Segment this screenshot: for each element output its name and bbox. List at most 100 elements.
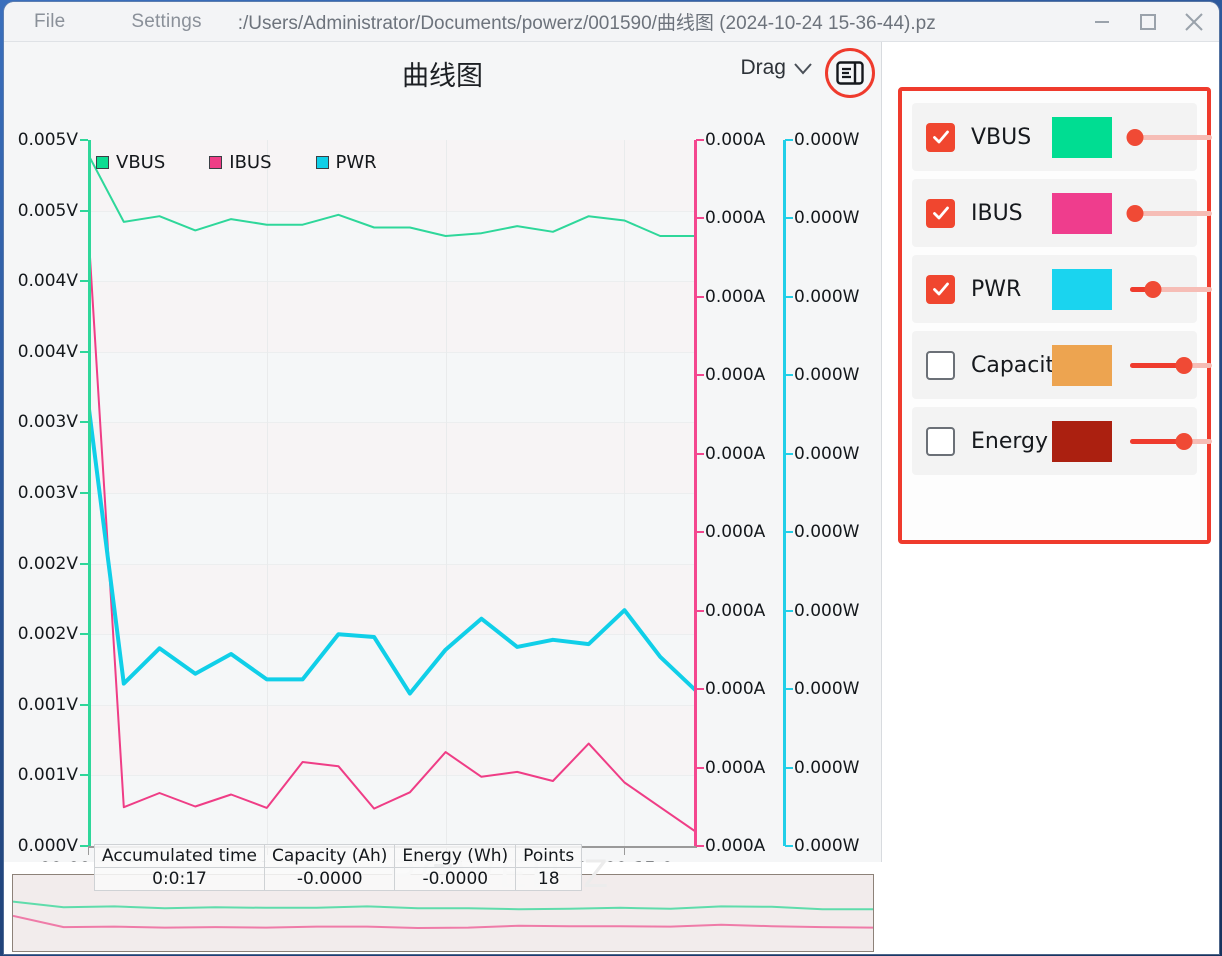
chevron-down-icon <box>793 62 813 75</box>
axis-tick-label: 0.001V <box>18 695 78 715</box>
series-color-swatch[interactable] <box>1052 269 1112 310</box>
axis-tick-label: 0.000W <box>794 601 859 621</box>
axis-tick <box>785 139 793 141</box>
inplot-legend-item: VBUS <box>96 152 165 173</box>
axis-tick-label: 0.000W <box>794 679 859 699</box>
summary-header-cell: Points <box>516 845 582 868</box>
series-visibility-checkbox[interactable] <box>926 351 955 380</box>
axis-tick <box>80 563 88 565</box>
slider-knob[interactable] <box>1176 357 1193 374</box>
menu-settings[interactable]: Settings <box>123 2 209 42</box>
axis-tick-label: 0.004V <box>18 271 78 291</box>
series-label: IBUS <box>971 201 1023 226</box>
series-width-slider[interactable] <box>1130 355 1212 375</box>
axis-tick <box>80 210 88 212</box>
axis-tick <box>696 453 704 455</box>
axis-tick-label: 0.001V <box>18 765 78 785</box>
slider-knob[interactable] <box>1144 281 1161 298</box>
axis-tick <box>696 767 704 769</box>
chart-header: 曲线图 Drag <box>4 42 881 100</box>
legend-row-pwr[interactable]: PWR <box>912 255 1197 323</box>
side-panel-toggle-icon <box>835 58 865 88</box>
series-lines <box>88 140 696 846</box>
axis-tick-label: 0.003V <box>18 483 78 503</box>
series-color-swatch[interactable] <box>1052 345 1112 386</box>
axis-tick <box>785 453 793 455</box>
slider-knob[interactable] <box>1176 433 1193 450</box>
axis-tick-label: 0.005V <box>18 201 78 221</box>
axis-tick <box>80 421 88 423</box>
summary-table-header-row: Accumulated timeCapacity (Ah)Energy (Wh)… <box>95 845 582 868</box>
slider-knob[interactable] <box>1126 205 1143 222</box>
axis-tick <box>696 374 704 376</box>
plot-area[interactable] <box>88 140 696 846</box>
maximize-button[interactable] <box>1129 3 1167 41</box>
legend-swatch-icon <box>209 156 222 169</box>
summary-value-cell: 0:0:17 <box>95 868 265 891</box>
inplot-legend-item: IBUS <box>209 152 271 173</box>
series-line-ibus <box>88 225 696 832</box>
axis-tick-label: 0.002V <box>18 624 78 644</box>
series-line-pwr <box>88 401 696 693</box>
axis-tick-label: 0.000W <box>794 758 859 778</box>
summary-header-cell: Capacity (Ah) <box>265 845 395 868</box>
axis-tick <box>80 139 88 141</box>
legend-row-vbus[interactable]: VBUS <box>912 103 1197 171</box>
series-width-slider[interactable] <box>1130 279 1212 299</box>
series-legend-panel: VBUS IBUS PWR Capacity Energy <box>898 87 1211 544</box>
side-panel: VBUS IBUS PWR Capacity Energy <box>883 42 1219 954</box>
series-color-swatch[interactable] <box>1052 117 1112 158</box>
close-button[interactable] <box>1175 3 1213 41</box>
series-label: VBUS <box>971 125 1031 150</box>
slider-knob[interactable] <box>1126 129 1143 146</box>
axis-tick-label: 0.004V <box>18 342 78 362</box>
series-width-slider[interactable] <box>1130 431 1212 451</box>
inplot-legend-label: VBUS <box>116 152 165 173</box>
axis-tick-label: 0.000A <box>705 679 765 699</box>
y-axis-power <box>783 140 786 846</box>
y-axis-current <box>694 140 697 846</box>
series-visibility-checkbox[interactable] <box>926 123 955 152</box>
axis-tick-label: 0.000A <box>705 365 765 385</box>
axis-tick-label: 0.000W <box>794 208 859 228</box>
drag-mode-dropdown[interactable]: Drag <box>740 56 813 80</box>
axis-tick <box>80 704 88 706</box>
legend-swatch-icon <box>96 156 109 169</box>
series-width-slider[interactable] <box>1130 127 1212 147</box>
axis-tick-label: 0.000A <box>705 208 765 228</box>
summary-value-cell: -0.0000 <box>265 868 395 891</box>
axis-tick-label: 0.000A <box>705 758 765 778</box>
plot-wrapper[interactable]: 0.005V0.005V0.004V0.004V0.003V0.003V0.00… <box>4 100 882 862</box>
window-controls <box>1083 2 1213 42</box>
series-color-swatch[interactable] <box>1052 421 1112 462</box>
axis-tick <box>80 351 88 353</box>
axis-tick <box>80 774 88 776</box>
series-visibility-checkbox[interactable] <box>926 275 955 304</box>
menu-file[interactable]: File <box>26 2 73 42</box>
axis-tick-label: 0.000A <box>705 287 765 307</box>
window-file-path: :/Users/Administrator/Documents/powerz/0… <box>238 8 936 35</box>
legend-row-ibus[interactable]: IBUS <box>912 179 1197 247</box>
axis-tick-label: 0.002V <box>18 554 78 574</box>
x-axis-tick <box>624 846 625 855</box>
series-color-swatch[interactable] <box>1052 193 1112 234</box>
axis-tick-label: 0.000A <box>705 601 765 621</box>
legend-row-capacity[interactable]: Capacity <box>912 331 1197 399</box>
y-axis-voltage <box>88 140 91 846</box>
legend-row-energy[interactable]: Energy <box>912 407 1197 475</box>
summary-value-cell: -0.0000 <box>395 868 516 891</box>
inplot-legend-label: IBUS <box>229 152 271 173</box>
series-visibility-checkbox[interactable] <box>926 427 955 456</box>
axis-tick-label: 0.000A <box>705 444 765 464</box>
overview-line-vbus <box>13 902 873 910</box>
legend-swatch-icon <box>316 156 329 169</box>
series-width-slider[interactable] <box>1130 203 1212 223</box>
minimize-button[interactable] <box>1083 3 1121 41</box>
axis-tick <box>696 610 704 612</box>
series-visibility-checkbox[interactable] <box>926 199 955 228</box>
series-label: Energy <box>971 429 1048 454</box>
app-window: File Settings :/Users/Administrator/Docu… <box>4 2 1219 954</box>
side-panel-toggle-button[interactable] <box>827 50 873 96</box>
axis-tick <box>696 688 704 690</box>
axis-tick <box>696 217 704 219</box>
